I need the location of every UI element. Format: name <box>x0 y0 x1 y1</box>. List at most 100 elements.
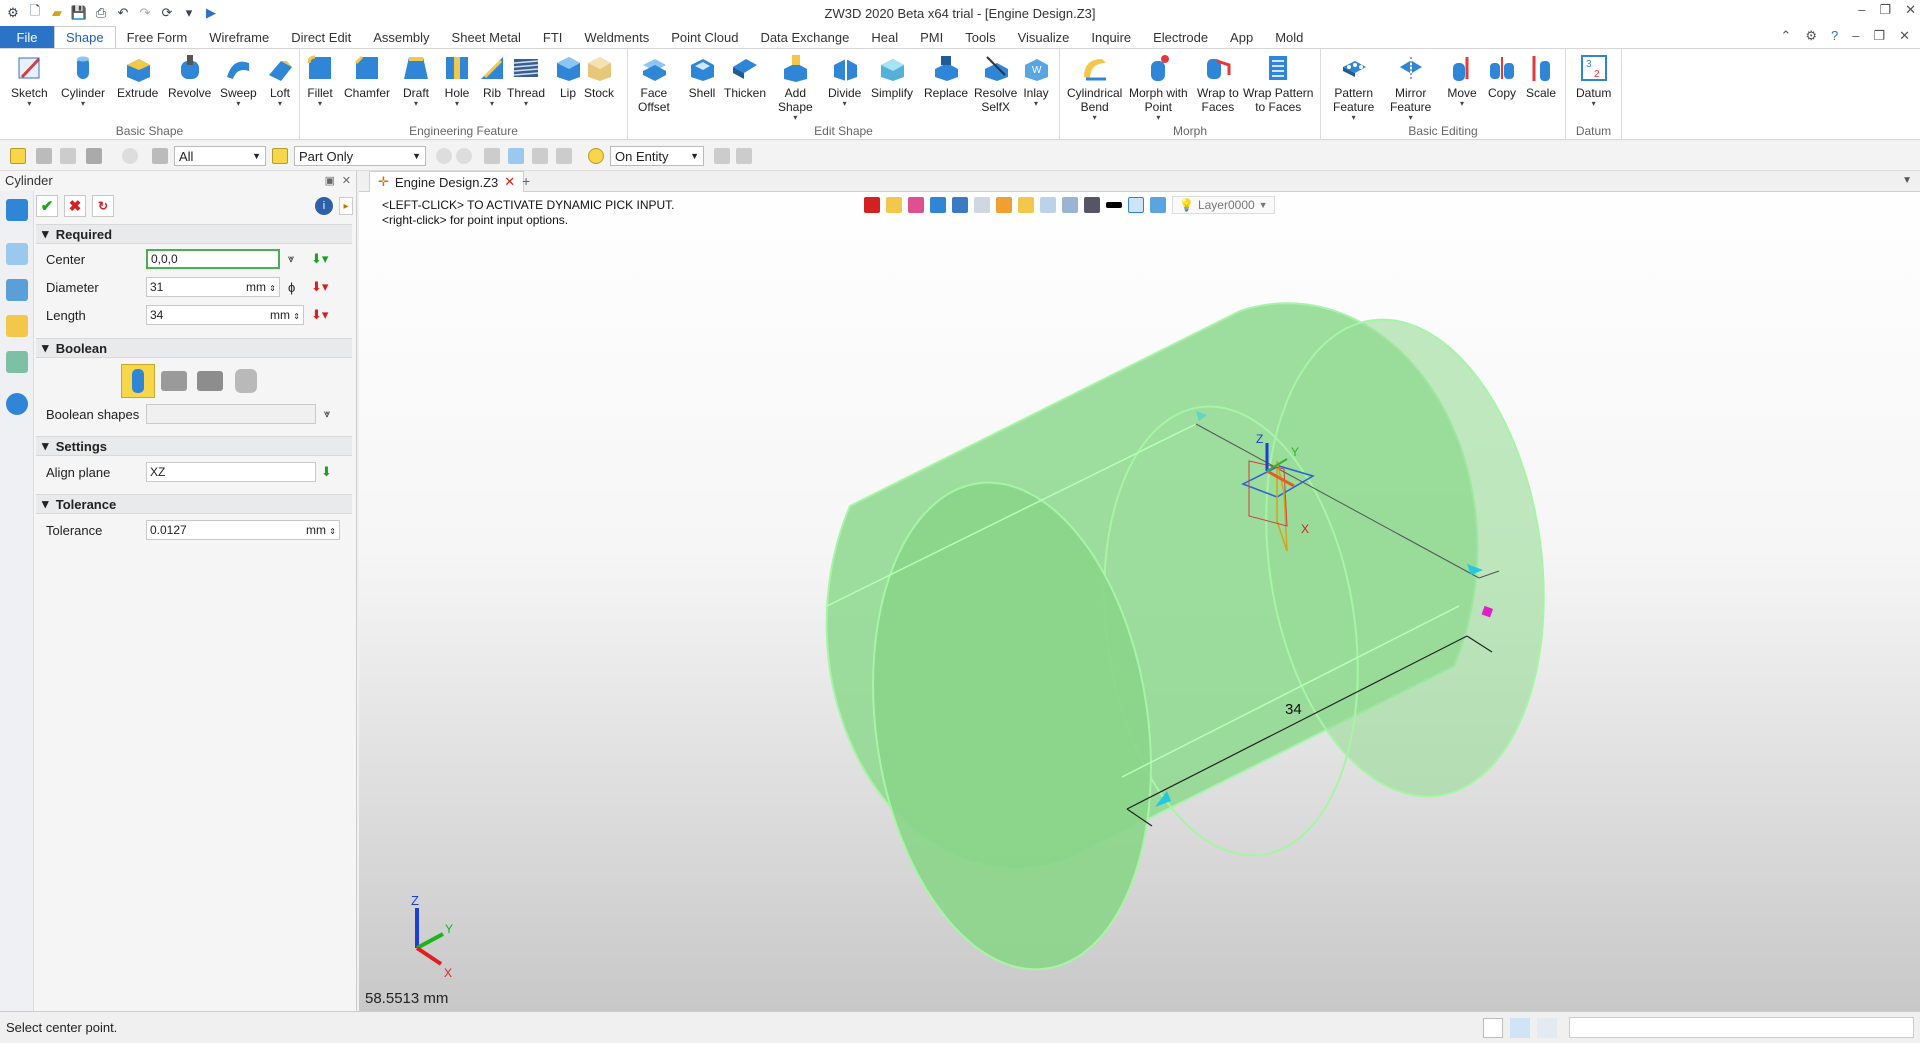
revolve-button[interactable]: Revolve <box>168 53 211 100</box>
lip-button[interactable]: Lip <box>553 53 583 100</box>
tab-point-cloud[interactable]: Point Cloud <box>660 26 749 48</box>
cube-view-icon[interactable] <box>952 197 968 213</box>
snap-extra-2-icon[interactable] <box>736 148 752 164</box>
tab-app[interactable]: App <box>1219 26 1264 48</box>
command-input[interactable] <box>1569 1017 1914 1038</box>
doc-restore-icon[interactable]: ❐ <box>1873 28 1885 44</box>
info-icon[interactable]: i <box>315 197 333 215</box>
print-icon[interactable]: ⎙ <box>92 4 110 22</box>
library-icon[interactable] <box>6 315 28 337</box>
file-menu[interactable]: File <box>0 26 54 48</box>
tab-inquire[interactable]: Inquire <box>1080 26 1142 48</box>
section-required[interactable]: ▾ Required <box>36 224 352 244</box>
background-icon[interactable] <box>1128 197 1144 213</box>
status-display-icon[interactable] <box>1510 1018 1530 1038</box>
tab-data-exchange[interactable]: Data Exchange <box>749 26 860 48</box>
copy-button[interactable]: Copy <box>1487 53 1517 100</box>
snap-3-icon[interactable] <box>532 148 548 164</box>
boolean-add-icon[interactable] <box>157 364 191 398</box>
pick-settings-icon[interactable] <box>456 148 472 164</box>
display-mode-icon[interactable] <box>1084 197 1100 213</box>
filter-list-icon[interactable] <box>152 148 168 164</box>
pick-region-icon[interactable] <box>86 148 102 164</box>
inlay-button[interactable]: W Inlay ▾ <box>1021 53 1051 108</box>
filter-view-icon[interactable] <box>886 197 902 213</box>
tab-engine-design[interactable]: ✛ Engine Design.Z3 ✕ <box>369 171 525 192</box>
diameter-input[interactable]: 31 mm ⇕ <box>146 277 280 297</box>
run-icon[interactable]: ▶ <box>202 4 220 22</box>
pick-point-icon[interactable]: ⬇▾ <box>311 251 328 267</box>
redo-icon[interactable]: ↷ <box>136 4 154 22</box>
sketch-button[interactable]: Sketch ▾ <box>11 53 48 108</box>
shell-button[interactable]: Shell <box>687 53 717 100</box>
feature-panel-icon[interactable] <box>6 199 28 221</box>
tab-electrode[interactable]: Electrode <box>1142 26 1219 48</box>
orient-icon[interactable] <box>996 197 1012 213</box>
mirror-feature-button[interactable]: Mirror Feature ▾ <box>1390 53 1431 122</box>
boolean-remove-icon[interactable] <box>193 364 227 398</box>
measure-dropdown-icon[interactable]: ⬇▾ <box>311 307 328 323</box>
pick-plane-icon[interactable]: ⬇ <box>321 464 332 480</box>
measure-dropdown-icon[interactable]: ⬇▾ <box>311 279 328 295</box>
tolerance-input[interactable]: 0.0127 mm ⇕ <box>146 520 340 540</box>
spinner-icon[interactable]: ⇕ <box>329 527 336 536</box>
new-file-icon[interactable]: 🗋 <box>26 3 44 22</box>
close-window-icon[interactable]: ✕ <box>1905 2 1916 18</box>
app-logo-icon[interactable]: ⚙ <box>4 4 22 22</box>
length-input[interactable]: 34 mm ⇕ <box>146 305 304 325</box>
hole-button[interactable]: Hole ▾ <box>442 53 472 108</box>
pin-icon[interactable]: ▣ <box>325 174 335 187</box>
panel-close-icon[interactable]: ✕ <box>342 174 351 187</box>
align-plane-input[interactable]: XZ <box>146 462 316 482</box>
panel-expand-icon[interactable]: ▸ <box>339 197 353 215</box>
morph-with-point-button[interactable]: Morph with Point ▾ <box>1129 53 1188 122</box>
boolean-base-icon[interactable] <box>121 364 155 398</box>
close-tab-icon[interactable]: ✕ <box>504 174 515 190</box>
draft-button[interactable]: Draft ▾ <box>401 53 431 108</box>
snap-1-icon[interactable] <box>484 148 500 164</box>
collapse-ribbon-icon[interactable]: ⌃ <box>1780 28 1791 44</box>
diameter-symbol-icon[interactable]: ϕ <box>288 280 295 295</box>
dimension-label[interactable]: 34 <box>1285 701 1302 718</box>
entity-filter-select[interactable]: All ▼ <box>174 146 266 166</box>
user-icon[interactable] <box>6 393 28 415</box>
simplify-button[interactable]: Simplify <box>871 53 913 100</box>
wireframe-cube-icon[interactable] <box>974 197 990 213</box>
sweep-button[interactable]: Sweep ▾ <box>220 53 257 108</box>
thicken-button[interactable]: Thicken <box>724 53 766 100</box>
section-boolean[interactable]: ▾ Boolean <box>36 338 352 358</box>
section-tolerance[interactable]: ▾ Tolerance <box>36 494 352 514</box>
layer-icon[interactable] <box>1150 197 1166 213</box>
apply-button[interactable]: ↻ <box>92 195 114 217</box>
scope-select[interactable]: Part Only ▼ <box>294 146 426 166</box>
expand-options-icon[interactable]: ⩔ <box>288 253 294 266</box>
tab-sheet-metal[interactable]: Sheet Metal <box>441 26 532 48</box>
doc-close-icon[interactable]: ✕ <box>1899 28 1910 44</box>
snap-2-icon[interactable] <box>508 148 524 164</box>
open-folder-icon[interactable]: ▰ <box>48 4 66 22</box>
tab-free-form[interactable]: Free Form <box>116 26 199 48</box>
tab-assembly[interactable]: Assembly <box>362 26 440 48</box>
tab-wireframe[interactable]: Wireframe <box>198 26 280 48</box>
cylindrical-bend-button[interactable]: Cylindrical Bend ▾ <box>1067 53 1122 122</box>
settings-gear-icon[interactable]: ⚙ <box>1805 28 1817 44</box>
pattern-feature-button[interactable]: Pattern Feature ▾ <box>1333 53 1374 122</box>
datum-button[interactable]: 32 Datum ▾ <box>1576 53 1611 108</box>
stock-button[interactable]: Stock <box>584 53 614 100</box>
chamfer-button[interactable]: Chamfer <box>344 53 390 100</box>
minimize-icon[interactable]: – <box>1858 2 1865 18</box>
scale-button[interactable]: Scale <box>1526 53 1556 100</box>
tab-visualize[interactable]: Visualize <box>1007 26 1081 48</box>
shaded-icon[interactable] <box>930 197 946 213</box>
pick-add-icon[interactable] <box>36 148 52 164</box>
extrude-button[interactable]: Extrude <box>117 53 158 100</box>
new-tab-icon[interactable]: + <box>522 173 530 189</box>
zoom-window-icon[interactable] <box>1040 197 1056 213</box>
wrap-pattern-to-faces-button[interactable]: Wrap Pattern to Faces <box>1243 53 1313 114</box>
snap-extra-1-icon[interactable] <box>714 148 730 164</box>
tab-fti[interactable]: FTI <box>532 26 574 48</box>
replace-button[interactable]: Replace <box>924 53 968 100</box>
doc-minimize-icon[interactable]: – <box>1852 28 1859 44</box>
section-settings[interactable]: ▾ Settings <box>36 436 352 456</box>
visual-styles-icon[interactable] <box>6 351 28 373</box>
